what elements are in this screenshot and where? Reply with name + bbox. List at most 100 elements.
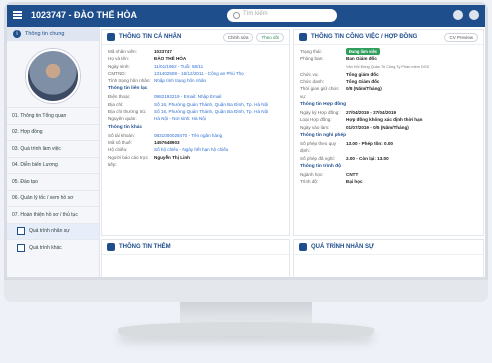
- section-heading: Thông tin liên lạc: [108, 86, 148, 92]
- field-label: Số tài khoản:: [108, 132, 135, 138]
- main-content: THÔNG TIN CÁ NHÂN Chỉnh sửa Theo dõi Mã …: [101, 29, 485, 277]
- sidebar-info-header[interactable]: i Thông tin chung: [7, 27, 99, 41]
- info-row: Số tài khoản: 0831000028470 - Tên ngân hà…: [108, 132, 283, 139]
- sidebar-item-salary[interactable]: 04. Diễn biến Lương: [7, 156, 99, 174]
- sidebar-item-other-process[interactable]: Quá trình khác: [7, 239, 99, 256]
- panel-title: QUÁ TRÌNH NHÂN SỰ: [311, 244, 374, 250]
- field-value: 1457648903: [154, 139, 180, 145]
- field-value: Tổng giám đốc: [346, 71, 379, 77]
- info-row: Ngày ký Hợp đồng: 27/04/2019 - 27/04/2019: [300, 109, 477, 116]
- field-label: Điện thoại:: [108, 94, 130, 100]
- field-label: Chức vụ:: [300, 71, 319, 77]
- sidebar-item-contract[interactable]: 02. Hợp đồng: [7, 123, 99, 141]
- hr-process-header: QUÁ TRÌNH NHÂN SỰ: [294, 240, 483, 255]
- sidebar-info-label: Thông tin chung: [25, 31, 65, 37]
- info-row: Hộ chiếu: Số hộ chiếu - Ngày hết hạn hộ c…: [108, 146, 283, 153]
- field-label: Họ và tên:: [108, 56, 129, 62]
- checkbox-icon: [17, 243, 25, 252]
- field-label: Hộ chiếu:: [108, 147, 128, 153]
- field-label: Trạng thái:: [300, 49, 322, 54]
- info-row: Ngày vào làm: 01/07/2019 - 0/5 (Năm/Tháng…: [300, 124, 477, 131]
- sidebar-item-label: 07. Hoàn thiện hồ sơ / thủ tục: [12, 211, 78, 218]
- field-label: Ngành học:: [300, 171, 324, 177]
- edit-button[interactable]: Chỉnh sửa: [222, 32, 254, 42]
- panel-title: THÔNG TIN CÔNG VIỆC / HỢP ĐỒNG: [311, 34, 418, 40]
- field-label: Số phép đã nghỉ:: [300, 155, 335, 161]
- extra-info-header: THÔNG TIN THÊM: [102, 240, 289, 255]
- top-bar: 1023747 - ĐÀO THẾ HÒA Tìm kiếm: [7, 5, 485, 27]
- cv-preview-button[interactable]: CV Preview: [444, 32, 478, 42]
- field-label: Ngày ký Hợp đồng:: [300, 110, 340, 116]
- work-info-header: THÔNG TIN CÔNG VIỆC / HỢP ĐỒNG CV Previe…: [294, 30, 483, 45]
- field-value: Hợp đồng không xác định thời hạn: [346, 117, 423, 123]
- section-heading: Thông tin trình độ: [300, 163, 342, 169]
- app-screen: 1023747 - ĐÀO THẾ HÒA Tìm kiếm i Thông t…: [7, 5, 485, 277]
- sidebar-item-label: Quá trình nhân sự: [29, 228, 70, 235]
- field-label: Mã số thuế:: [108, 139, 133, 145]
- section-heading: Thông tin nghỉ phép: [300, 132, 347, 138]
- info-row: CMTND: 131402508 - 16/12/2011 - Công an P…: [108, 70, 283, 77]
- personal-info-header: THÔNG TIN CÁ NHÂN Chỉnh sửa Theo dõi: [102, 30, 289, 45]
- info-row: Người báo cáo trực tiếp: Nguyễn Thị Linh: [108, 154, 283, 169]
- field-label: Người báo cáo trực tiếp:: [108, 154, 149, 167]
- field-value[interactable]: 0982192219 - Email: Nhập Email: [154, 93, 221, 100]
- sidebar-item-work-history[interactable]: 03. Quá trình làm việc: [7, 140, 99, 157]
- document-icon: [107, 243, 115, 251]
- field-value: 27/04/2019 - 27/04/2019: [346, 110, 397, 116]
- notification-icon[interactable]: [453, 10, 463, 20]
- field-value: CNTT: [346, 171, 359, 177]
- sidebar-item-label: 02. Hợp đồng: [12, 129, 43, 136]
- info-row: Ngày sinh: 11/01/1962 - Tuổi: 58/11: [108, 63, 283, 70]
- info-row: Nguyên quán: Hà Nội - Nơi sinh: Hà Nội: [108, 115, 283, 122]
- info-row: Tình trạng hôn nhân: Nhập tình trạng hôn …: [108, 77, 283, 84]
- sidebar-item-label: 01. Thông tin Tổng quan: [12, 112, 67, 119]
- follow-button[interactable]: Theo dõi: [256, 32, 284, 42]
- sidebar-item-profile-management[interactable]: 06. Quản lý tốc / xem hồ sơ: [7, 189, 99, 207]
- topbar-icons: [453, 10, 479, 20]
- checkbox-icon: [17, 227, 25, 236]
- user-avatar-icon[interactable]: [469, 10, 479, 20]
- info-row: Số phép đã nghỉ: 2.00 - Còn lại: 13.00: [300, 155, 477, 162]
- field-label: Ngày sinh:: [108, 63, 130, 69]
- info-row: Ngành học: CNTT: [300, 171, 477, 178]
- sidebar-item-overview[interactable]: 01. Thông tin Tổng quan: [7, 107, 99, 124]
- work-info-panel: THÔNG TIN CÔNG VIỆC / HỢP ĐỒNG CV Previe…: [293, 29, 484, 236]
- sidebar-item-label: 06. Quản lý tốc / xem hồ sơ: [12, 195, 74, 202]
- field-value: 1023747: [154, 49, 172, 54]
- info-row: Điện thoại: 0982192219 - Email: Nhập Emai…: [108, 93, 283, 100]
- info-row: Trạng thái: Đang làm việc: [300, 48, 477, 56]
- sidebar-item-label: Quá trình khác: [29, 244, 62, 251]
- field-value: Số hộ chiếu - Ngày hết hạn hộ chiếu: [154, 147, 229, 153]
- extra-info-panel: THÔNG TIN THÊM: [101, 239, 290, 277]
- sidebar-item-hr-process[interactable]: Quá trình nhân sự: [7, 222, 99, 239]
- field-value: Đại học: [346, 179, 363, 185]
- search-input[interactable]: Tìm kiếm: [227, 9, 337, 22]
- info-row: Chức vụ: Tổng giám đốc: [300, 71, 477, 78]
- info-row: Địa chỉ: Số 16, Phường Quán Thánh, Quận B…: [108, 101, 283, 108]
- info-row: Mã số thuế: 1457648903: [108, 139, 283, 146]
- info-row: Địa chỉ thường trú: Số 16, Phường Quán Th…: [108, 108, 283, 115]
- field-value: Hà Nội - Nơi sinh: Hà Nội: [154, 116, 206, 122]
- field-value[interactable]: Nhập tình trạng hôn nhân: [154, 77, 206, 84]
- user-card-icon: [107, 33, 115, 41]
- page-title: 1023747 - ĐÀO THẾ HÒA: [31, 10, 138, 20]
- field-value: 01/07/2019 - 0/5 (Năm/Tháng): [346, 124, 409, 130]
- info-row: Thời gian giữ chức vụ: 0/8 (Năm/Tháng): [300, 85, 477, 100]
- panel-title: THÔNG TIN CÁ NHÂN: [119, 34, 182, 40]
- hamburger-menu-icon[interactable]: [13, 11, 22, 19]
- section-heading: Thông tin Hợp đồng: [300, 102, 347, 108]
- sidebar-item-training[interactable]: 05. Đào tạo: [7, 173, 99, 190]
- personal-info-panel: THÔNG TIN CÁ NHÂN Chỉnh sửa Theo dõi Mã …: [101, 29, 290, 236]
- field-value: Ban Giám đốc: [346, 56, 377, 62]
- sidebar-item-complete-profile[interactable]: 07. Hoàn thiện hồ sơ / thủ tục: [7, 206, 99, 223]
- monitor-frame: 1023747 - ĐÀO THẾ HÒA Tìm kiếm i Thông t…: [4, 2, 488, 302]
- search-icon: [233, 12, 240, 19]
- employee-avatar: [26, 49, 80, 103]
- field-label: Địa chỉ thường trú:: [108, 109, 147, 115]
- sidebar: i Thông tin chung 01. Thông tin Tổng qua…: [7, 27, 100, 277]
- field-label: Phòng ban:: [300, 56, 324, 62]
- monitor-chin: [4, 280, 488, 302]
- field-value: 131402508 - 16/12/2011 - Công an Phú Thọ: [154, 70, 244, 76]
- field-label: Địa chỉ:: [108, 101, 124, 107]
- monitor-stand-base: [118, 322, 374, 336]
